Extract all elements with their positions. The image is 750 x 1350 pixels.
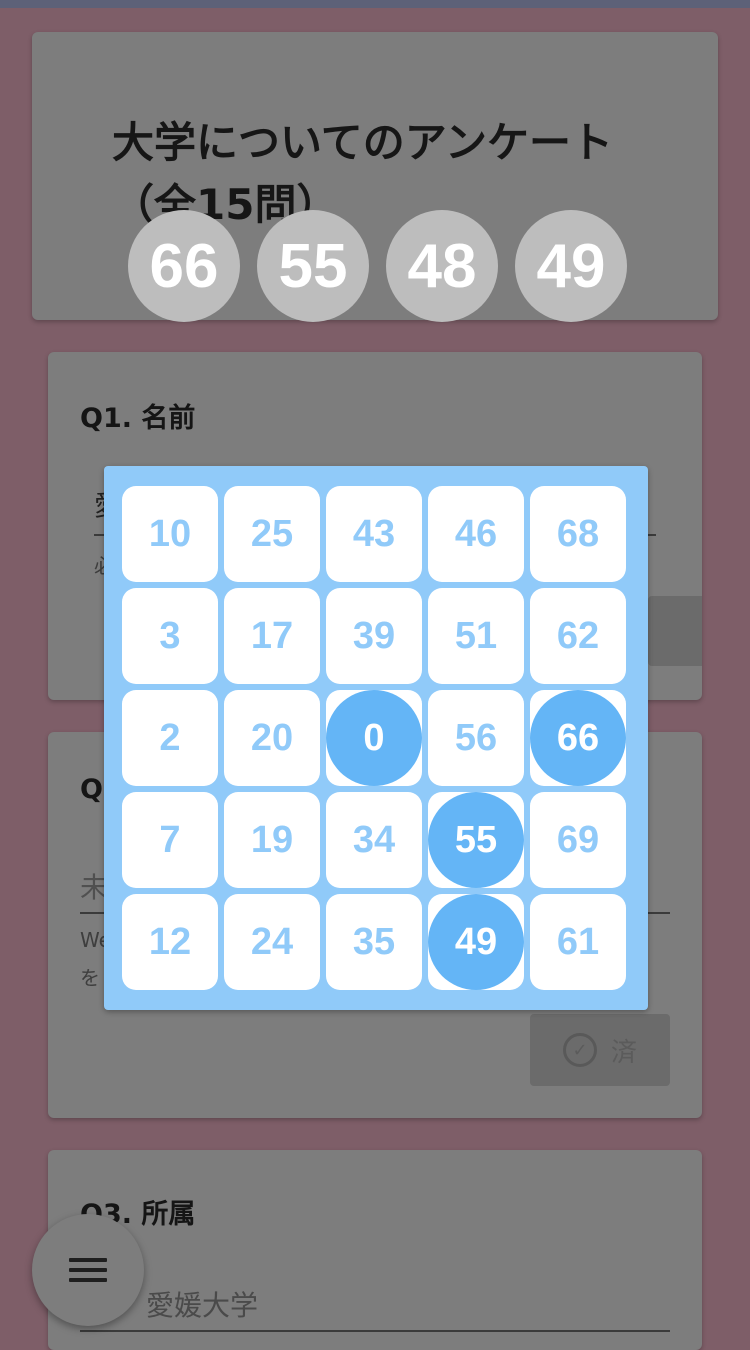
bingo-cell[interactable]: 62	[530, 588, 626, 684]
bingo-number: 69	[556, 818, 600, 861]
bingo-number: 7	[159, 818, 181, 861]
bingo-number: 62	[556, 614, 600, 657]
bingo-card: 10 25 43 46 68 3 17 39 51 62 2 20 0 56 66 7 19 34 55 69 12 24…	[104, 466, 648, 1010]
bingo-cell[interactable]: 39	[326, 588, 422, 684]
bingo-cell-marked[interactable]: 0	[326, 690, 422, 786]
bingo-number: 19	[250, 818, 294, 861]
bingo-number: 3	[159, 614, 181, 657]
called-number-ball: 66	[128, 210, 240, 322]
bingo-number: 2	[159, 716, 181, 759]
bingo-number: 61	[556, 920, 600, 963]
bingo-cell[interactable]: 43	[326, 486, 422, 582]
bingo-cell[interactable]: 2	[122, 690, 218, 786]
bingo-cell[interactable]: 61	[530, 894, 626, 990]
bingo-number: 49	[454, 920, 498, 963]
done-button-label: 済	[610, 1037, 637, 1068]
check-circle-icon: ✓	[562, 1033, 597, 1067]
bingo-cell[interactable]: 12	[122, 894, 218, 990]
bingo-number: 0	[363, 716, 385, 759]
bingo-cell-marked[interactable]: 66	[530, 690, 626, 786]
answer-helper-line-2: を	[80, 966, 100, 990]
bingo-number: 17	[250, 614, 294, 657]
bingo-number: 43	[352, 512, 396, 555]
bingo-cell-marked[interactable]: 49	[428, 894, 524, 990]
question-title: Q	[80, 774, 103, 805]
bingo-cell[interactable]: 51	[428, 588, 524, 684]
bingo-cell[interactable]: 20	[224, 690, 320, 786]
called-number-ball: 48	[386, 210, 498, 322]
bingo-number: 66	[556, 716, 600, 759]
bingo-cell[interactable]: 69	[530, 792, 626, 888]
menu-fab-button[interactable]	[32, 1214, 144, 1326]
called-number-ball: 55	[257, 210, 369, 322]
bingo-number: 24	[250, 920, 294, 963]
bingo-number: 10	[148, 512, 192, 555]
bingo-number: 55	[454, 818, 498, 861]
bingo-cell[interactable]: 24	[224, 894, 320, 990]
bingo-number: 20	[250, 716, 294, 759]
bingo-grid: 10 25 43 46 68 3 17 39 51 62 2 20 0 56 66 7 19 34 55 69 12 24…	[122, 486, 626, 990]
called-number-ball: 49	[515, 210, 627, 322]
bingo-cell[interactable]: 10	[122, 486, 218, 582]
bingo-number: 12	[148, 920, 192, 963]
bingo-number: 51	[454, 614, 498, 657]
done-button[interactable]	[648, 596, 702, 666]
bingo-cell[interactable]: 56	[428, 690, 524, 786]
bingo-cell[interactable]: 17	[224, 588, 320, 684]
question-card-3: Q3. 所属 愛媛大学	[48, 1150, 702, 1350]
bingo-cell[interactable]: 25	[224, 486, 320, 582]
bingo-number: 39	[352, 614, 396, 657]
bingo-cell[interactable]: 3	[122, 588, 218, 684]
bingo-cell[interactable]: 46	[428, 486, 524, 582]
done-button[interactable]: ✓ 済	[530, 1014, 670, 1086]
bingo-cell-marked[interactable]: 55	[428, 792, 524, 888]
bingo-cell[interactable]: 19	[224, 792, 320, 888]
affiliation-input-value[interactable]: 愛媛大学	[146, 1284, 258, 1324]
question-title: Q1. 名前	[80, 403, 196, 434]
bingo-number: 25	[250, 512, 294, 555]
bingo-number: 56	[454, 716, 498, 759]
bingo-number: 68	[556, 512, 600, 555]
menu-icon	[69, 1258, 107, 1282]
bingo-number: 35	[352, 920, 396, 963]
bingo-cell[interactable]: 35	[326, 894, 422, 990]
bingo-cell[interactable]: 7	[122, 792, 218, 888]
status-strip	[0, 0, 750, 8]
called-numbers: 66 55 48 49	[128, 210, 627, 322]
bingo-number: 34	[352, 818, 396, 861]
bingo-number: 46	[454, 512, 498, 555]
bingo-cell[interactable]: 34	[326, 792, 422, 888]
affiliation-input-underline	[80, 1330, 670, 1332]
bingo-cell[interactable]: 68	[530, 486, 626, 582]
